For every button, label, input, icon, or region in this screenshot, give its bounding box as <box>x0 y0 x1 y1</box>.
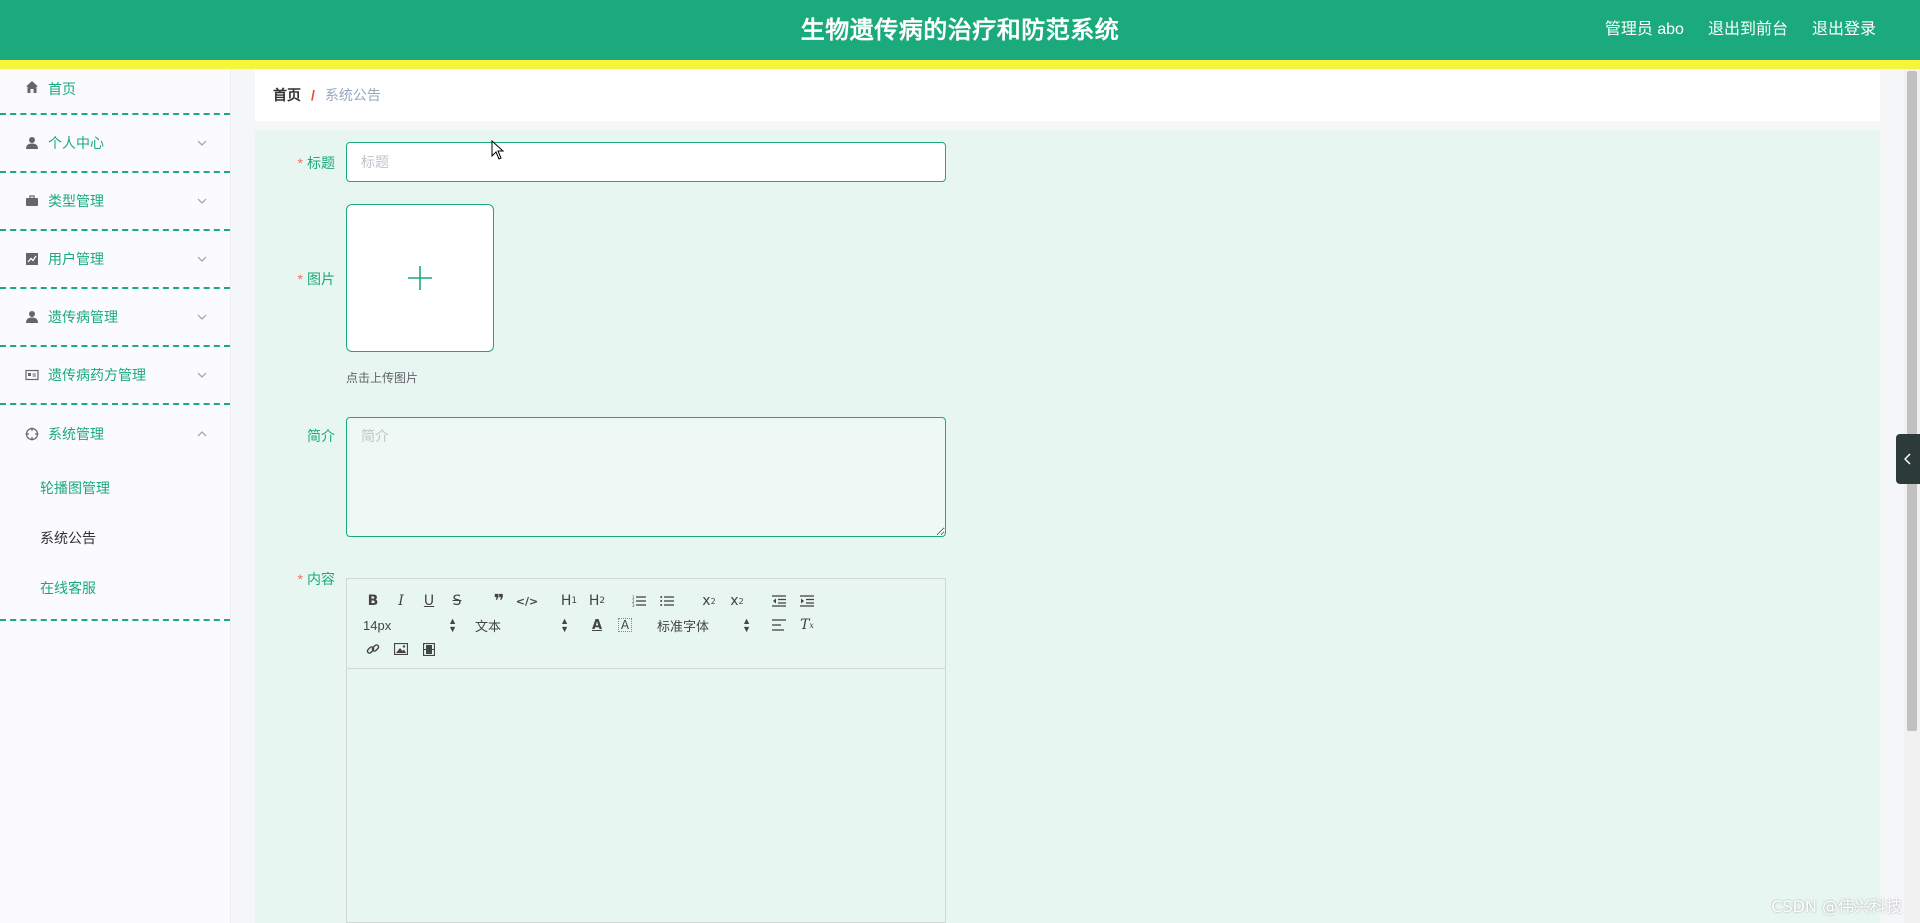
sidebar-subitem-carousel[interactable]: 轮播图管理 <box>0 463 230 513</box>
editor-toolbar: B I U S ❞ </> H1 H2 123 x2 x2 14px ▲ ▼ 文… <box>347 579 945 669</box>
breadcrumb-current: 系统公告 <box>324 87 381 103</box>
font-size-select[interactable]: 14px ▲ ▼ <box>359 613 457 637</box>
exit-to-front-link[interactable]: 退出到前台 <box>1708 15 1788 39</box>
title-label: * 标题 <box>297 155 335 171</box>
sidebar-item-label: 系统管理 <box>48 426 104 442</box>
home-icon <box>24 79 40 95</box>
link-icon[interactable] <box>359 637 387 661</box>
underline-button[interactable]: U <box>415 589 443 613</box>
image-insert-icon[interactable] <box>387 637 415 661</box>
outdent-icon[interactable] <box>765 589 793 613</box>
sidebar-item-type-management[interactable]: 类型管理 <box>0 173 230 231</box>
bullet-list-icon[interactable] <box>653 589 681 613</box>
required-mark: * <box>297 571 303 587</box>
chevron-down-icon <box>197 140 207 146</box>
font-family-select[interactable]: 标准字体 ▲ ▼ <box>653 613 751 637</box>
chevron-up-icon <box>197 431 207 437</box>
side-drawer-toggle[interactable] <box>1896 434 1920 484</box>
blockquote-icon[interactable]: ❞ <box>485 589 513 613</box>
system-submenu: 轮播图管理 系统公告 在线客服 <box>0 463 230 621</box>
clear-format-icon[interactable]: Tx <box>793 613 821 637</box>
subscript-button[interactable]: x2 <box>695 589 723 613</box>
sidebar-item-prescription-management[interactable]: 遗传病药方管理 <box>0 347 230 405</box>
image-upload-button[interactable] <box>346 204 494 352</box>
background-color-icon[interactable]: A <box>618 618 632 632</box>
indent-icon[interactable] <box>793 589 821 613</box>
scrollbar-thumb[interactable] <box>1907 71 1917 731</box>
breadcrumb: 首页 / 系统公告 <box>255 69 1880 121</box>
briefcase-icon <box>24 193 40 209</box>
user-icon <box>24 309 40 325</box>
header-actions: 管理员 abo 退出到前台 退出登录 <box>1605 15 1876 39</box>
chevron-down-icon <box>197 372 207 378</box>
breadcrumb-separator: / <box>311 87 315 103</box>
sidebar-item-label: 遗传病管理 <box>48 309 118 325</box>
select-arrows-icon: ▲ ▼ <box>560 616 569 634</box>
video-insert-icon[interactable] <box>415 637 443 661</box>
card-icon <box>24 367 40 383</box>
chart-icon <box>24 251 40 267</box>
heading2-button[interactable]: H2 <box>583 589 611 613</box>
bold-button[interactable]: B <box>359 589 387 613</box>
logout-link[interactable]: 退出登录 <box>1812 15 1876 39</box>
sidebar-subitem-online-service[interactable]: 在线客服 <box>0 563 230 613</box>
font-color-icon[interactable]: A <box>583 613 611 637</box>
required-mark: * <box>297 271 303 287</box>
user-icon <box>24 135 40 151</box>
plus-icon <box>408 266 432 290</box>
chevron-left-icon <box>1904 453 1911 465</box>
sidebar-item-label: 类型管理 <box>48 193 104 209</box>
sidebar-item-label: 遗传病药方管理 <box>48 367 146 383</box>
code-block-icon[interactable]: </> <box>513 589 541 613</box>
target-icon <box>24 426 40 442</box>
chevron-down-icon <box>197 314 207 320</box>
italic-button[interactable]: I <box>387 589 415 613</box>
strike-button[interactable]: S <box>443 589 471 613</box>
sidebar-item-label: 个人中心 <box>48 135 104 151</box>
intro-label: 简介 <box>307 428 335 444</box>
mouse-cursor-icon <box>491 140 505 160</box>
svg-text:3: 3 <box>632 603 635 607</box>
align-icon[interactable] <box>765 613 793 637</box>
page-scrollbar[interactable] <box>1904 69 1920 923</box>
sidebar-subitem-announcement[interactable]: 系统公告 <box>0 513 230 563</box>
editor-content-area[interactable] <box>347 669 945 919</box>
title-input[interactable] <box>346 142 946 182</box>
sidebar-item-home[interactable]: 首页 <box>0 69 230 115</box>
content-label: * 内容 <box>297 571 335 587</box>
chevron-down-icon <box>197 256 207 262</box>
top-header: 生物遗传病的治疗和防范系统 管理员 abo 退出到前台 退出登录 <box>0 0 1920 60</box>
header-select[interactable]: 文本 ▲ ▼ <box>471 613 569 637</box>
rich-text-editor: B I U S ❞ </> H1 H2 123 x2 x2 14px ▲ ▼ 文… <box>346 578 946 923</box>
select-arrows-icon: ▲ ▼ <box>742 616 751 634</box>
heading1-button[interactable]: H1 <box>555 589 583 613</box>
intro-textarea[interactable] <box>346 417 946 537</box>
required-mark: * <box>297 155 303 171</box>
breadcrumb-home[interactable]: 首页 <box>273 85 301 105</box>
sidebar-item-disease-management[interactable]: 遗传病管理 <box>0 289 230 347</box>
image-label: * 图片 <box>297 271 335 287</box>
sidebar-item-personal-center[interactable]: 个人中心 <box>0 115 230 173</box>
chevron-down-icon <box>197 198 207 204</box>
sidebar-item-user-management[interactable]: 用户管理 <box>0 231 230 289</box>
ordered-list-icon[interactable]: 123 <box>625 589 653 613</box>
sidebar-item-label: 用户管理 <box>48 251 104 267</box>
superscript-button[interactable]: x2 <box>723 589 751 613</box>
sidebar-item-system-management[interactable]: 系统管理 <box>0 405 230 463</box>
admin-user-label: 管理员 abo <box>1604 21 1684 38</box>
sidebar-menu: 首页 个人中心 类型管理 用户管理 遗传病管理 遗传病药方管理 系统管理 轮播图… <box>0 69 231 923</box>
select-arrows-icon: ▲ ▼ <box>448 616 457 634</box>
watermark: CSDN @伟兴科技 <box>1771 897 1902 916</box>
upload-hint: 点击上传图片 <box>346 371 419 385</box>
sidebar-item-label: 首页 <box>48 81 76 97</box>
header-accent-strip <box>0 60 1920 69</box>
